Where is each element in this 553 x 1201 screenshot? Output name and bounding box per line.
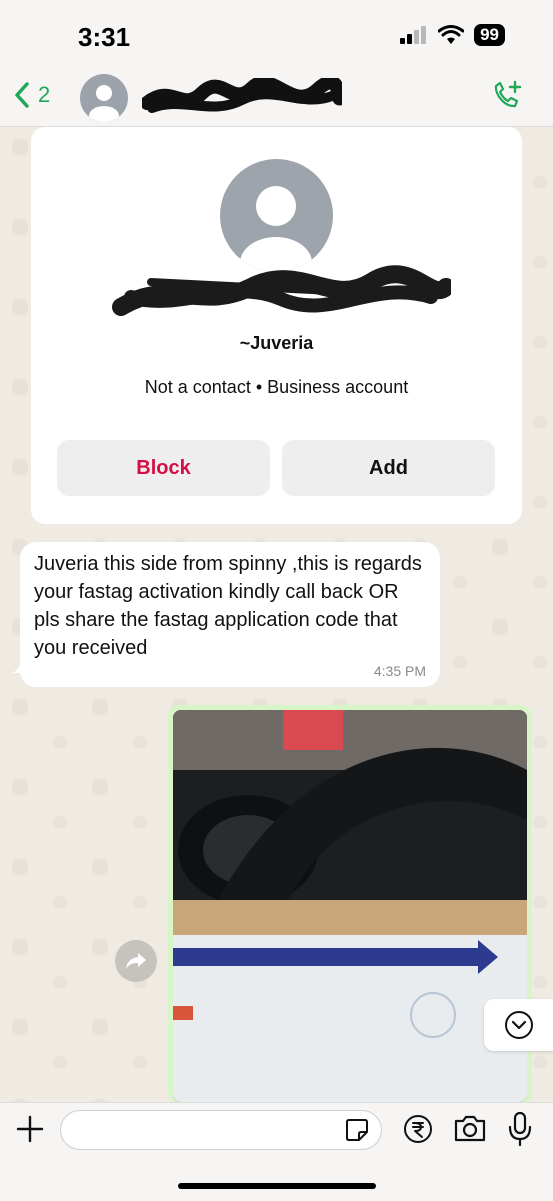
redacted-name[interactable] xyxy=(142,78,342,118)
rupee-icon xyxy=(404,1115,432,1143)
image-message[interactable] xyxy=(168,705,532,1102)
signal-icon xyxy=(400,26,427,44)
scroll-to-bottom-button[interactable] xyxy=(484,999,553,1051)
camera-button[interactable] xyxy=(453,1113,487,1148)
home-indicator xyxy=(178,1183,376,1189)
composer-bar xyxy=(0,1102,553,1201)
forward-button[interactable] xyxy=(115,940,157,982)
avatar-icon xyxy=(240,186,312,272)
voice-message-button[interactable] xyxy=(507,1111,533,1152)
attach-button[interactable] xyxy=(14,1113,46,1150)
camera-icon xyxy=(454,1115,486,1142)
call-add-icon xyxy=(494,80,522,108)
chat-area[interactable]: ~Juveria Not a contact • Business accoun… xyxy=(0,127,553,1102)
contact-subtitle: Not a contact • Business account xyxy=(144,377,409,397)
redacted-number xyxy=(112,265,451,316)
avatar-icon xyxy=(89,85,119,122)
status-bar: 3:31 99 xyxy=(0,0,553,70)
add-call-button[interactable] xyxy=(491,80,523,117)
block-button[interactable]: Block xyxy=(57,440,270,496)
contact-display-name: ~Juveria xyxy=(239,333,314,353)
chevron-down-icon xyxy=(504,1011,533,1039)
battery-icon: 99 xyxy=(474,24,505,46)
back-button[interactable]: 2 xyxy=(14,82,50,108)
plus-icon xyxy=(16,1115,44,1143)
status-time: 3:31 xyxy=(78,22,131,52)
avatar[interactable] xyxy=(80,74,128,122)
sticker-icon xyxy=(346,1119,368,1141)
sticker-button[interactable] xyxy=(345,1118,369,1147)
image-content xyxy=(173,710,527,1102)
back-chevron-icon xyxy=(15,82,29,108)
message-time: 4:35 PM xyxy=(373,663,426,679)
add-contact-button[interactable]: Add xyxy=(282,440,495,496)
chat-header: 2 xyxy=(0,70,553,127)
payment-button[interactable] xyxy=(402,1113,434,1150)
mic-icon xyxy=(508,1111,532,1147)
back-count: 2 xyxy=(38,82,51,107)
wifi-icon xyxy=(438,25,465,44)
message-input[interactable] xyxy=(60,1110,382,1150)
contact-info-card: ~Juveria Not a contact • Business accoun… xyxy=(31,127,522,524)
contact-avatar xyxy=(220,159,333,272)
forward-icon xyxy=(126,953,146,969)
status-icons: 99 xyxy=(400,24,505,46)
message-text: Juveria this side from spinny ,this is r… xyxy=(34,553,422,659)
photo-illustration xyxy=(173,710,527,1102)
message-bubble[interactable]: Juveria this side from spinny ,this is r… xyxy=(20,542,440,687)
